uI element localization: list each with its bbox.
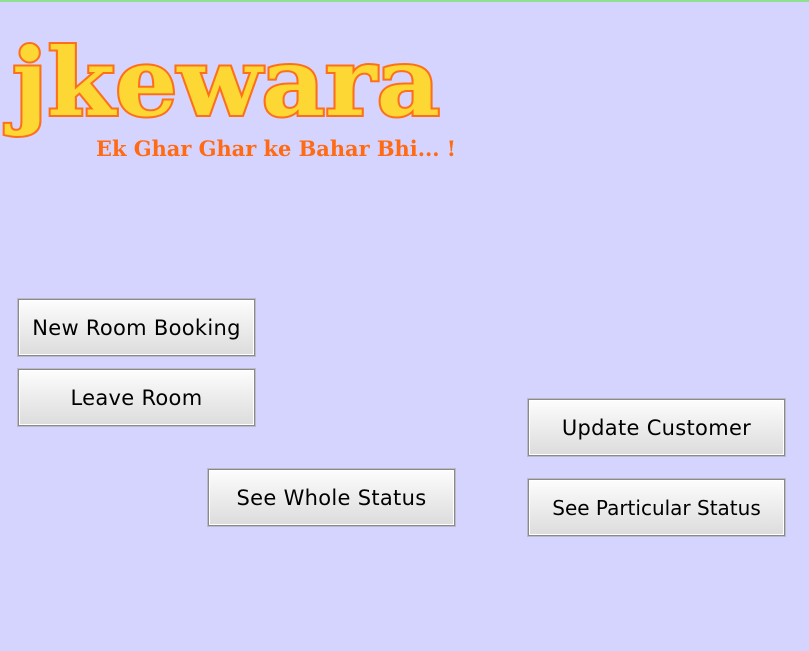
see-particular-status-button[interactable]: See Particular Status: [528, 479, 785, 536]
brand-logo: jkewara Ek Ghar Ghar ke Bahar Bhi... !: [3, 26, 456, 161]
see-whole-status-button[interactable]: See Whole Status: [208, 469, 455, 526]
brand-name: jkewara: [5, 28, 440, 138]
brand-tagline: Ek Ghar Ghar ke Bahar Bhi... !: [96, 136, 456, 161]
leave-room-button[interactable]: Leave Room: [18, 369, 255, 426]
new-room-booking-button[interactable]: New Room Booking: [18, 299, 255, 356]
update-customer-button[interactable]: Update Customer: [528, 399, 785, 456]
